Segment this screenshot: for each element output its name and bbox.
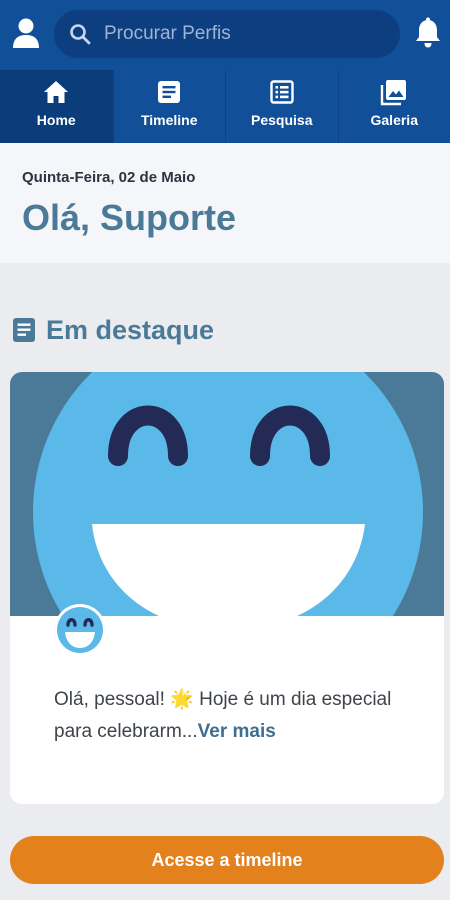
greeting-title: Olá, Suporte — [22, 197, 237, 238]
featured-section-title: Em destaque — [46, 314, 215, 345]
see-more-link[interactable]: Ver mais — [198, 721, 276, 742]
tab-label: Galeria — [370, 112, 418, 128]
notifications-bell-icon[interactable] — [414, 16, 442, 50]
top-app-bar: Procurar Perfis Home Timeline Pesquisa G… — [0, 0, 450, 143]
search-bar-row: Procurar Perfis — [0, 0, 450, 70]
search-icon — [68, 22, 92, 46]
tab-timeline[interactable]: Timeline — [112, 70, 226, 143]
current-date: Quinta-Feira, 02 de Maio — [22, 169, 196, 186]
featured-section-header: Em destaque — [12, 312, 214, 348]
home-icon — [42, 78, 70, 106]
list-icon — [268, 78, 296, 106]
gallery-icon — [380, 78, 408, 106]
profile-icon[interactable] — [10, 16, 42, 50]
featured-post-card[interactable]: Olá, pessoal! 🌟 Hoje é um dia especial p… — [10, 372, 444, 804]
greeting-panel: Quinta-Feira, 02 de Maio Olá, Suporte — [0, 143, 450, 263]
document-icon — [155, 78, 183, 106]
search-placeholder: Procurar Perfis — [104, 23, 231, 44]
tab-label: Pesquisa — [251, 112, 313, 128]
navigation-tabs: Home Timeline Pesquisa Galeria — [0, 70, 450, 143]
tab-pesquisa[interactable]: Pesquisa — [225, 70, 338, 143]
tab-galeria[interactable]: Galeria — [337, 70, 450, 143]
tab-home[interactable]: Home — [0, 70, 113, 143]
post-excerpt: Olá, pessoal! 🌟 Hoje é um dia especial p… — [54, 684, 424, 748]
tab-label: Timeline — [140, 112, 198, 128]
document-icon — [12, 317, 36, 343]
post-image — [10, 372, 444, 630]
tab-label: Home — [36, 112, 76, 128]
search-input[interactable]: Procurar Perfis — [54, 10, 400, 58]
avatar — [54, 604, 106, 656]
open-timeline-button[interactable]: Acesse a timeline — [10, 836, 444, 884]
